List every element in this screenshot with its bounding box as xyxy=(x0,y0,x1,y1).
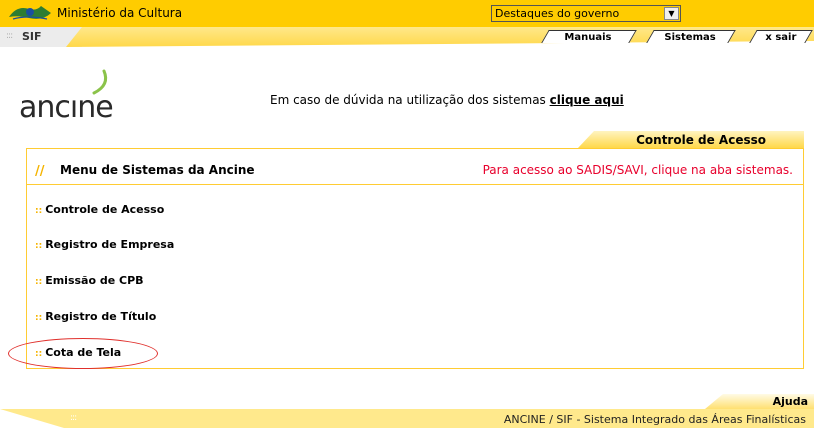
footer-dots: ::: xyxy=(70,413,77,423)
slashes-decoration: // xyxy=(35,164,45,179)
tab-manuais-label: Manuais xyxy=(564,32,612,43)
select-value: Destaques do governo xyxy=(495,7,620,20)
menu-item-label: Controle de Acesso xyxy=(45,203,165,216)
sadis-note: Para acesso ao SADIS/SAVI, clique na aba… xyxy=(482,163,793,177)
tab-sistemas[interactable]: Sistemas xyxy=(646,30,736,43)
menu-item-registro-de-titulo[interactable]: :: Registro de Título xyxy=(35,310,156,323)
dots-decoration: ::: xyxy=(6,31,13,41)
footer-text: ANCINE / SIF - Sistema Integrado das Áre… xyxy=(503,413,806,426)
access-control-tab[interactable]: Controle de Acesso xyxy=(578,131,804,148)
menu-item-label: Registro de Título xyxy=(45,310,157,323)
help-link[interactable]: clique aqui xyxy=(550,93,624,107)
bullet-icon: :: xyxy=(35,313,43,323)
sif-label: SIF xyxy=(22,30,42,43)
menu-item-registro-de-empresa[interactable]: :: Registro de Empresa xyxy=(35,238,174,251)
logout-label: x sair xyxy=(764,32,796,43)
highlight-circle xyxy=(8,338,158,369)
ancine-logo: ancıne xyxy=(19,90,114,125)
bullet-icon: :: xyxy=(35,241,43,251)
help-tab-label: Ajuda xyxy=(772,395,808,408)
bullet-icon: :: xyxy=(35,277,43,287)
bullet-icon: :: xyxy=(35,206,43,216)
menu-item-label: Emissão de CPB xyxy=(45,274,144,287)
panel-title: Menu de Sistemas da Ancine xyxy=(60,163,255,177)
help-text: Em caso de dúvida na utilização dos sist… xyxy=(270,93,550,107)
brazil-gov-icon[interactable] xyxy=(7,3,53,23)
access-control-tab-label: Controle de Acesso xyxy=(636,133,766,147)
chevron-down-icon[interactable]: ▼ xyxy=(664,7,679,20)
menu-item-label: Registro de Empresa xyxy=(45,238,175,251)
tab-sistemas-label: Sistemas xyxy=(664,32,717,43)
menu-item-emissao-de-cpb[interactable]: :: Emissão de CPB xyxy=(35,274,144,287)
systems-menu-panel: // Menu de Sistemas da Ancine Para acess… xyxy=(26,148,804,369)
panel-header: // Menu de Sistemas da Ancine Para acess… xyxy=(27,149,803,185)
government-bar: Ministério da Cultura Destaques do gover… xyxy=(0,0,814,27)
ministry-title[interactable]: Ministério da Cultura xyxy=(57,6,182,20)
tab-manuais[interactable]: Manuais xyxy=(541,30,637,43)
government-highlights-select[interactable]: Destaques do governo ▼ xyxy=(491,5,681,22)
logout-tab[interactable]: x sair xyxy=(749,30,813,43)
sif-bar: ::: SIF Manuais Sistemas x sair xyxy=(0,27,814,47)
help-tab[interactable]: Ajuda xyxy=(705,394,814,409)
menu-item-controle-de-acesso[interactable]: :: Controle de Acesso xyxy=(35,203,164,216)
help-message: Em caso de dúvida na utilização dos sist… xyxy=(270,93,624,107)
